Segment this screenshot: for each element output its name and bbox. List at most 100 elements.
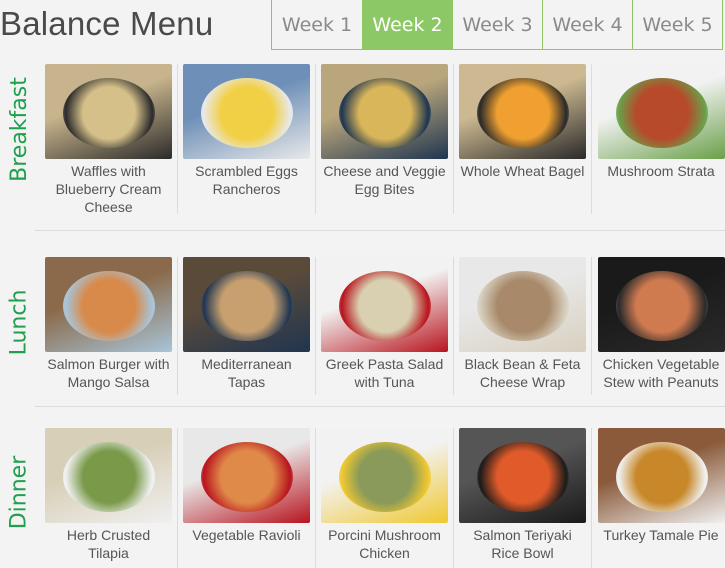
meal-item[interactable]: Mediterranean Tapas: [178, 257, 316, 395]
meal-list: Waffles with Blueberry Cream Cheese Scrambl…: [40, 64, 725, 216]
tilapia-photo[interactable]: [45, 428, 172, 523]
meal-item[interactable]: Turkey Tamale Pie: [592, 428, 725, 568]
food-plate-shape: [63, 442, 155, 512]
tapas-photo[interactable]: [183, 257, 310, 352]
food-plate-shape: [201, 271, 293, 341]
tab-week-5[interactable]: Week 5: [632, 0, 722, 49]
meal-name-line: Rice Bowl: [491, 545, 554, 561]
section-title: Dinner: [6, 455, 32, 529]
meal-name[interactable]: Waffles with Blueberry Cream Cheese: [44, 162, 173, 216]
tamale-pie-photo[interactable]: [597, 428, 725, 523]
meal-name-line: Vegetable Ravioli: [192, 527, 301, 543]
meal-name-line: Cheese Wrap: [479, 374, 566, 390]
section-title: Lunch: [6, 289, 32, 355]
meal-item[interactable]: Greek Pasta Salad with Tuna: [316, 257, 454, 395]
meal-name[interactable]: Mushroom Strata: [596, 162, 725, 180]
food-plate-shape: [63, 271, 155, 341]
meal-name-line: Mediterranean: [201, 356, 292, 372]
meal-name[interactable]: Greek Pasta Salad with Tuna: [320, 355, 449, 391]
meal-name[interactable]: Herb Crusted Tilapia: [44, 526, 173, 562]
meal-name-line: Salmon Burger with: [47, 356, 170, 372]
meal-item[interactable]: Scrambled Eggs Rancheros: [178, 64, 316, 214]
strata-photo[interactable]: [597, 64, 725, 159]
chicken-stew-photo[interactable]: [597, 257, 725, 352]
food-plate-shape: [615, 442, 708, 512]
food-plate-shape: [201, 442, 293, 512]
meal-name-line: Greek Pasta Salad: [325, 356, 444, 372]
meal-name-line: Waffles with: [71, 163, 146, 179]
meal-name-line: Chicken: [359, 545, 410, 561]
meal-name[interactable]: Salmon Burger with Mango Salsa: [44, 355, 173, 391]
tab-week-1[interactable]: Week 1: [272, 0, 362, 49]
meal-item[interactable]: Herb Crusted Tilapia: [40, 428, 178, 568]
meal-name-line: Tapas: [227, 374, 266, 390]
meal-item[interactable]: Mushroom Strata: [592, 64, 725, 214]
scrambled-eggs-photo[interactable]: [183, 64, 310, 159]
meal-name-line: with Tuna: [354, 374, 415, 390]
meal-name[interactable]: Cheese and Veggie Egg Bites: [320, 162, 449, 198]
food-plate-shape: [339, 442, 431, 512]
week-tabs: Week 1 Week 2 Week 3 Week 4 Week 5: [271, 0, 723, 50]
wrap-photo[interactable]: [459, 257, 586, 352]
tab-week-3[interactable]: Week 3: [452, 0, 542, 49]
meal-item[interactable]: Black Bean & Feta Cheese Wrap: [454, 257, 592, 395]
waffles-photo[interactable]: [45, 64, 172, 159]
food-plate-shape: [201, 78, 293, 148]
meal-name[interactable]: Vegetable Ravioli: [182, 526, 311, 544]
meal-name[interactable]: Salmon Teriyaki Rice Bowl: [458, 526, 587, 562]
meal-name[interactable]: Porcini Mushroom Chicken: [320, 526, 449, 562]
meal-item[interactable]: Chicken Vegetable Stew with Peanuts: [592, 257, 725, 395]
food-plate-shape: [615, 78, 708, 148]
meal-name[interactable]: Turkey Tamale Pie: [596, 526, 725, 544]
meal-name[interactable]: Chicken Vegetable Stew with Peanuts: [596, 355, 725, 391]
egg-bites-photo[interactable]: [321, 64, 448, 159]
section-divider: [35, 406, 725, 407]
meal-name-line: Mango Salsa: [67, 374, 150, 390]
meal-name[interactable]: Mediterranean Tapas: [182, 355, 311, 391]
meal-item[interactable]: Vegetable Ravioli: [178, 428, 316, 568]
meal-item[interactable]: Porcini Mushroom Chicken: [316, 428, 454, 568]
tab-week-2[interactable]: Week 2: [362, 0, 452, 49]
pasta-salad-photo[interactable]: [321, 257, 448, 352]
meal-name-line: Black Bean & Feta: [464, 356, 581, 372]
meal-name[interactable]: Black Bean & Feta Cheese Wrap: [458, 355, 587, 391]
meal-item[interactable]: Waffles with Blueberry Cream Cheese: [40, 64, 178, 216]
meal-name-line: Chicken Vegetable: [602, 356, 720, 372]
page-title: Balance Menu: [0, 5, 214, 42]
section-label-breakfast: Breakfast: [4, 64, 34, 194]
section-label-lunch: Lunch: [4, 257, 34, 387]
meal-name-line: Porcini Mushroom: [328, 527, 441, 543]
meal-name-line: Cheese: [84, 199, 133, 215]
bagel-photo[interactable]: [459, 64, 586, 159]
meal-item[interactable]: Salmon Burger with Mango Salsa: [40, 257, 178, 395]
food-plate-shape: [63, 78, 155, 148]
meal-name[interactable]: Scrambled Eggs Rancheros: [182, 162, 311, 198]
section-dinner: Dinner Herb Crusted Tilapia Vegetable Ravi…: [0, 428, 725, 568]
ravioli-photo[interactable]: [183, 428, 310, 523]
meal-name-line: Blueberry Cream: [55, 181, 162, 197]
meal-name[interactable]: Whole Wheat Bagel: [458, 162, 587, 180]
porcini-chicken-photo[interactable]: [321, 428, 448, 523]
salmon-burger-photo[interactable]: [45, 257, 172, 352]
meal-name-line: Cheese and Veggie: [323, 163, 446, 179]
section-lunch: Lunch Salmon Burger with Mango Salsa Medit…: [0, 257, 725, 402]
food-plate-shape: [615, 271, 708, 341]
food-plate-shape: [339, 78, 431, 148]
meal-name-line: Tilapia: [88, 545, 129, 561]
meal-name-line: Rancheros: [212, 181, 281, 197]
section-divider: [35, 230, 725, 231]
section-title: Breakfast: [6, 76, 32, 182]
meal-name-line: Whole Wheat Bagel: [460, 163, 585, 179]
food-plate-shape: [477, 78, 569, 148]
meal-name-line: Mushroom Strata: [607, 163, 715, 179]
section-label-dinner: Dinner: [4, 427, 34, 557]
meal-item[interactable]: Salmon Teriyaki Rice Bowl: [454, 428, 592, 568]
teriyaki-bowl-photo[interactable]: [459, 428, 586, 523]
food-plate-shape: [477, 271, 569, 341]
section-breakfast: Breakfast Waffles with Blueberry Cream Che…: [0, 64, 725, 219]
meal-item[interactable]: Cheese and Veggie Egg Bites: [316, 64, 454, 214]
tab-week-4[interactable]: Week 4: [542, 0, 632, 49]
meal-name-line: Salmon Teriyaki: [473, 527, 572, 543]
meal-item[interactable]: Whole Wheat Bagel: [454, 64, 592, 214]
food-plate-shape: [477, 442, 569, 512]
